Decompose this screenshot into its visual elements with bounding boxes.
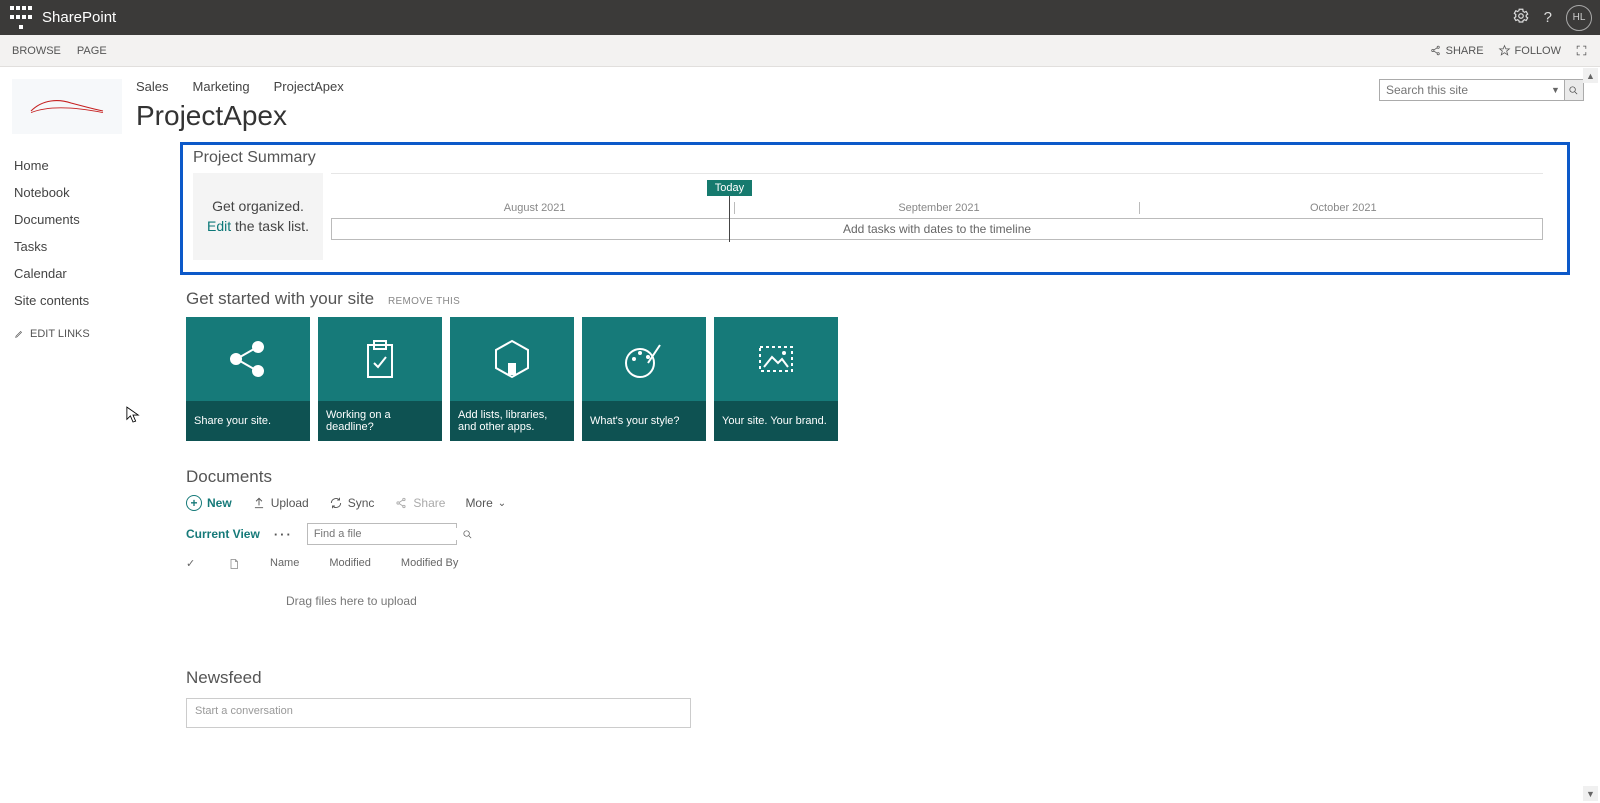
timeline-hint: Add tasks with dates to the timeline — [331, 218, 1543, 240]
app-launcher-icon[interactable] — [8, 5, 34, 31]
chevron-down-icon: ⌄ — [498, 498, 506, 509]
nav-calendar[interactable]: Calendar — [14, 266, 160, 281]
nav-tasks[interactable]: Tasks — [14, 239, 160, 254]
timeline-month: August 2021 — [331, 202, 734, 214]
timeline[interactable]: Today August 2021 September 2021 October… — [331, 173, 1543, 260]
left-navigation: Home Notebook Documents Tasks Calendar S… — [0, 138, 160, 748]
ribbon: BROWSE PAGE SHARE FOLLOW — [0, 35, 1600, 67]
get-organized-panel: Get organized. Edit the task list. — [193, 173, 323, 260]
image-icon — [714, 317, 838, 401]
edit-links-button[interactable]: EDIT LINKS — [14, 328, 160, 340]
edit-task-list-link[interactable]: Edit — [207, 218, 231, 234]
tile-brand[interactable]: Your site. Your brand. — [714, 317, 838, 441]
new-button[interactable]: + New — [186, 495, 232, 511]
brand-label: SharePoint — [42, 9, 116, 26]
col-name[interactable]: Name — [270, 557, 299, 574]
documents-webpart: Documents + New Upload Sync Share — [180, 467, 1576, 608]
col-modified-by[interactable]: Modified By — [401, 557, 458, 574]
tile-add-apps[interactable]: Add lists, libraries, and other apps. — [450, 317, 574, 441]
site-search[interactable]: ▼ — [1379, 79, 1584, 101]
settings-icon[interactable] — [1512, 7, 1530, 29]
newsfeed-title: Newsfeed — [186, 668, 1576, 688]
page-title: ProjectApex — [136, 100, 344, 132]
find-file-input[interactable] — [308, 528, 462, 540]
newsfeed-input[interactable]: Start a conversation — [186, 698, 691, 728]
ribbon-tab-browse[interactable]: BROWSE — [12, 45, 61, 57]
documents-column-header: ✓ Name Modified Modified By — [186, 557, 1576, 574]
project-summary-title: Project Summary — [193, 149, 1543, 167]
file-type-icon[interactable] — [228, 557, 240, 574]
breadcrumb-item[interactable]: Marketing — [193, 79, 250, 94]
search-input[interactable] — [1380, 83, 1547, 97]
help-icon[interactable]: ? — [1544, 9, 1552, 26]
sync-button[interactable]: Sync — [329, 496, 375, 510]
get-started-title: Get started with your site — [186, 289, 374, 309]
focus-mode-button[interactable] — [1575, 44, 1588, 57]
newsfeed-webpart: Newsfeed Start a conversation — [180, 668, 1576, 728]
tile-deadline[interactable]: Working on a deadline? — [318, 317, 442, 441]
share-doc-button[interactable]: Share — [394, 496, 445, 510]
timeline-month: September 2021 — [734, 202, 1138, 214]
find-file-search-icon[interactable] — [462, 524, 473, 544]
follow-button[interactable]: FOLLOW — [1498, 44, 1561, 57]
view-options-menu[interactable]: ··· — [274, 527, 293, 542]
timeline-month: October 2021 — [1139, 202, 1543, 214]
breadcrumb: Sales Marketing ProjectApex — [136, 79, 344, 94]
ribbon-tab-page[interactable]: PAGE — [77, 45, 107, 57]
hexagon-icon — [450, 317, 574, 401]
share-icon — [186, 317, 310, 401]
clipboard-icon — [318, 317, 442, 401]
project-summary-webpart: Project Summary Get organized. Edit the … — [180, 142, 1570, 275]
site-logo[interactable] — [12, 79, 122, 134]
tile-style[interactable]: What's your style? — [582, 317, 706, 441]
breadcrumb-item[interactable]: ProjectApex — [274, 79, 344, 94]
documents-title: Documents — [186, 467, 1576, 487]
scroll-up-button[interactable]: ▲ — [1583, 68, 1598, 83]
palette-icon — [582, 317, 706, 401]
search-scope-dropdown-icon[interactable]: ▼ — [1547, 85, 1564, 95]
suite-bar: SharePoint ? HL — [0, 0, 1600, 35]
nav-site-contents[interactable]: Site contents — [14, 293, 160, 308]
today-marker: Today — [707, 180, 752, 242]
remove-get-started-link[interactable]: REMOVE THIS — [388, 296, 460, 307]
share-button[interactable]: SHARE — [1429, 44, 1484, 57]
tile-share-site[interactable]: Share your site. — [186, 317, 310, 441]
main-content: Project Summary Get organized. Edit the … — [160, 138, 1600, 748]
nav-home[interactable]: Home — [14, 158, 160, 173]
user-avatar[interactable]: HL — [1566, 5, 1592, 31]
col-modified[interactable]: Modified — [329, 557, 371, 574]
page-header: Sales Marketing ProjectApex ProjectApex … — [0, 67, 1600, 138]
find-file-box[interactable] — [307, 523, 457, 545]
select-all-checkbox[interactable]: ✓ — [186, 557, 198, 574]
current-view-label[interactable]: Current View — [186, 527, 260, 541]
upload-button[interactable]: Upload — [252, 496, 309, 510]
plus-icon: + — [186, 495, 202, 511]
search-button[interactable] — [1564, 80, 1583, 100]
nav-documents[interactable]: Documents — [14, 212, 160, 227]
drag-files-hint: Drag files here to upload — [286, 594, 1576, 608]
get-started-section: Get started with your site REMOVE THIS S… — [180, 289, 1576, 441]
nav-notebook[interactable]: Notebook — [14, 185, 160, 200]
scroll-down-button[interactable]: ▼ — [1583, 786, 1598, 801]
more-button[interactable]: More ⌄ — [465, 496, 506, 510]
breadcrumb-item[interactable]: Sales — [136, 79, 169, 94]
